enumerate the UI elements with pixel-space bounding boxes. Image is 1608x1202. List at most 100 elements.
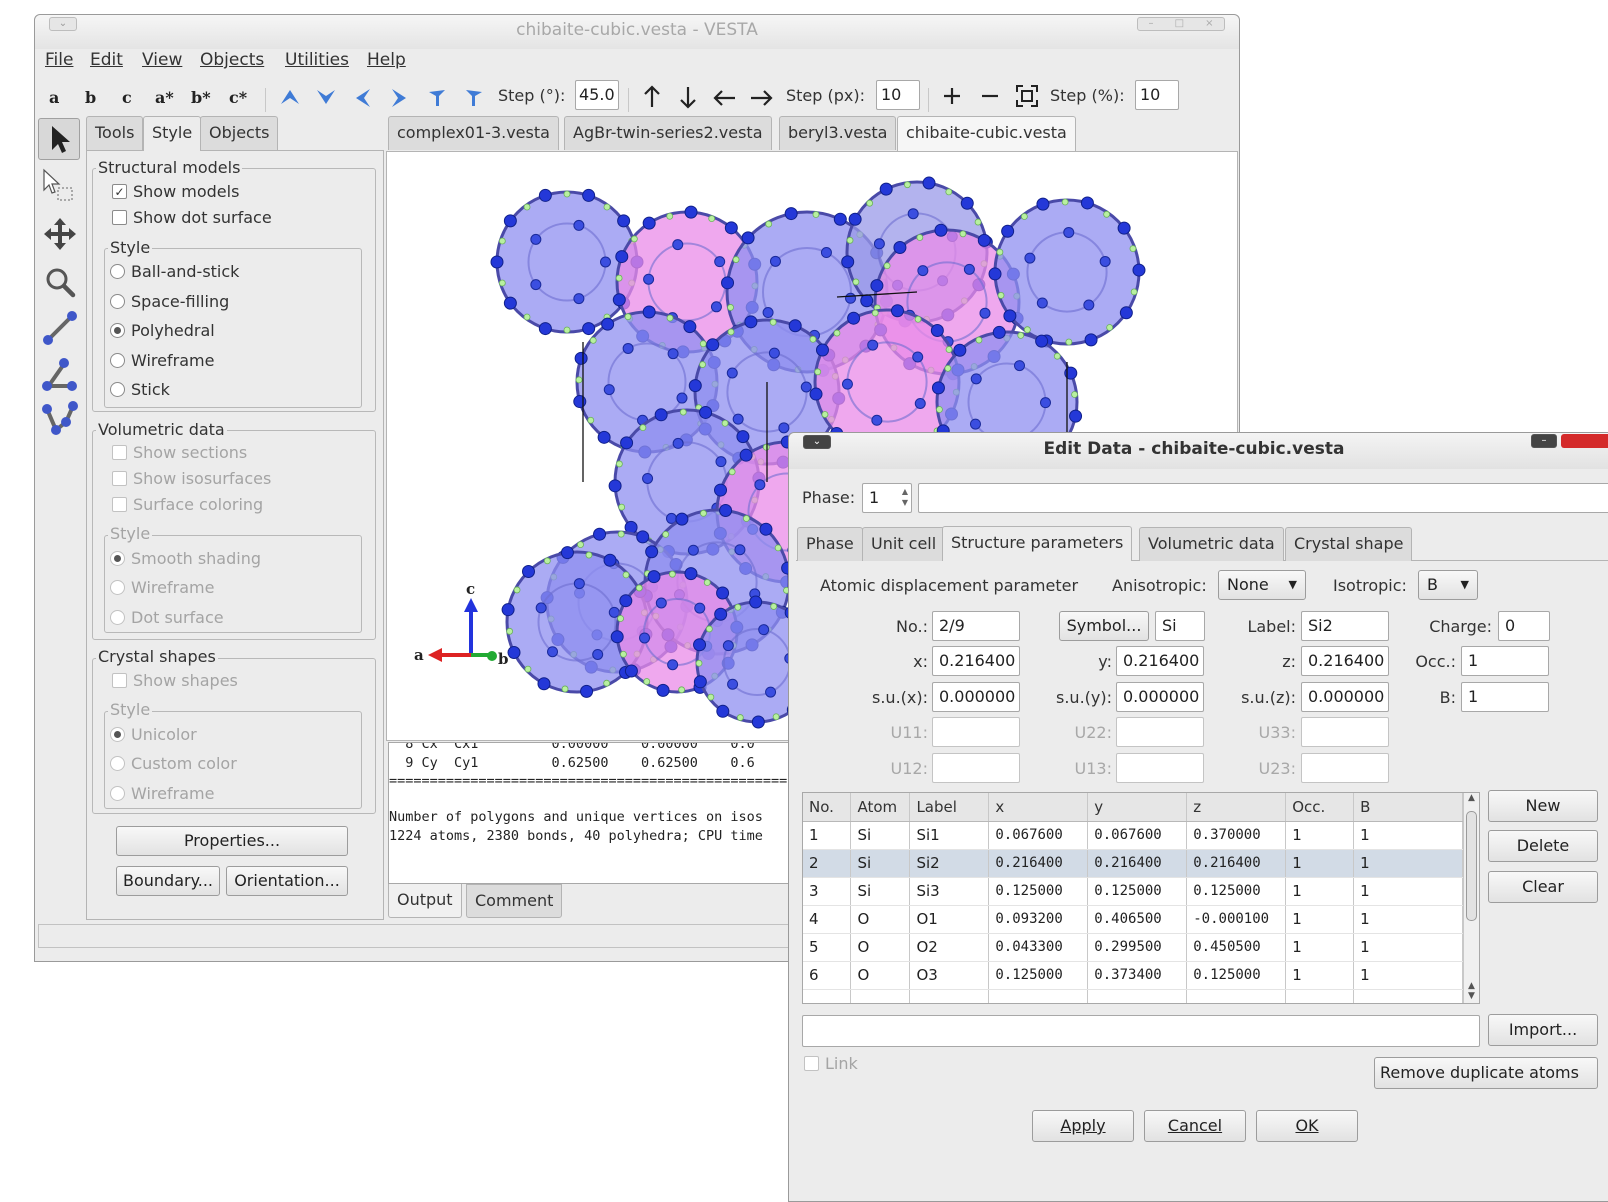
style-polyhedral-radio[interactable]: Polyhedral [110,321,215,340]
surface-coloring-checkbox[interactable]: Surface coloring [112,495,263,514]
table-cell[interactable]: 0.125000 [1186,961,1287,990]
tab-objects[interactable]: Objects [200,116,279,150]
table-cell[interactable]: 1 [1285,877,1355,906]
u33-input[interactable] [1301,717,1389,747]
symbol-input[interactable]: Si [1155,611,1205,641]
scroll-up-icon[interactable]: ▲ [1464,793,1479,803]
table-cell[interactable]: 0.125000 [988,961,1089,990]
table-cell[interactable]: 4 [803,905,852,934]
u11-input[interactable] [932,717,1020,747]
table-cell[interactable]: 0.125000 [1186,877,1287,906]
table-cell[interactable]: 1 [1353,821,1463,850]
orientation-button[interactable]: Orientation... [226,866,348,896]
table-cell[interactable]: 1 [1353,961,1463,990]
show-isosurfaces-checkbox[interactable]: Show isosurfaces [112,469,271,488]
show-models-checkbox[interactable]: ✓ Show models [112,182,239,201]
table-cell[interactable]: O1 [909,905,990,934]
close-icon[interactable]: × [1205,18,1213,30]
anisotropic-select[interactable]: None ▼ [1218,570,1306,600]
u13-input[interactable] [1116,753,1204,783]
table-cell[interactable]: 0.450500 [1186,933,1287,962]
dialog-tab-unit-cell[interactable]: Unit cell [862,527,946,561]
cancel-button[interactable]: Cancel [1144,1110,1246,1142]
table-cell[interactable]: 0.125000 [1087,877,1188,906]
col-header-z[interactable]: z [1186,793,1287,822]
table-cell[interactable]: Si [850,821,911,850]
table-cell[interactable]: 0.373400 [1087,961,1188,990]
table-cell[interactable]: 0.067600 [988,821,1089,850]
table-cell[interactable] [803,989,852,1003]
menu-utilities[interactable]: Utilities [285,50,349,70]
rotate-left-icon[interactable] [352,86,374,110]
table-cell[interactable]: Si1 [909,821,990,850]
charge-input[interactable]: 0 [1498,611,1550,641]
remove-duplicate-atoms-button[interactable]: Remove duplicate atoms [1374,1057,1598,1089]
fit-to-screen-icon[interactable] [1015,84,1039,108]
su-y-input[interactable]: 0.000000 [1116,682,1204,712]
dot-surface-radio[interactable]: Dot surface [110,608,224,627]
dialog-close-icon[interactable] [1561,434,1608,448]
occ-input[interactable]: 1 [1461,646,1549,676]
table-cell[interactable]: 5 [803,933,852,962]
isotropic-select[interactable]: B ▼ [1418,570,1478,600]
table-row[interactable]: 5 O O2 0.043300 0.299500 0.450500 1 1 [803,933,1463,962]
step-px-input[interactable]: 10 [876,80,920,110]
table-cell[interactable] [1186,989,1287,1003]
unicolor-radio[interactable]: Unicolor [110,725,197,744]
properties-button[interactable]: Properties... [116,826,348,856]
show-shapes-checkbox[interactable]: Show shapes [112,671,238,690]
zoom-in-icon[interactable] [940,84,964,108]
table-row[interactable]: 6 O O3 0.125000 0.373400 0.125000 1 1 [803,961,1463,990]
file-tab-beryl3[interactable]: beryl3.vesta [779,116,897,150]
table-cell[interactable]: 6 [803,961,852,990]
shape-wireframe-radio[interactable]: Wireframe [110,784,214,803]
style-stick-radio[interactable]: Stick [110,380,170,399]
distance-tool-icon[interactable] [40,308,80,348]
table-cell[interactable]: 1 [1285,933,1355,962]
link-checkbox[interactable]: Link [804,1054,858,1073]
atom-number-input[interactable]: 2/9 [932,611,1020,641]
table-cell[interactable]: 1 [1285,821,1355,850]
dialog-tab-crystal-shape[interactable]: Crystal shape [1285,527,1413,561]
table-cell[interactable]: 0.370000 [1186,821,1287,850]
style-ball-and-stick-radio[interactable]: Ball-and-stick [110,262,239,281]
table-cell[interactable]: 0.067600 [1087,821,1188,850]
scroll-down-icon[interactable]: ▲ ▼ [1464,981,1479,1001]
table-cell[interactable]: O [850,961,911,990]
zoom-out-icon[interactable] [978,84,1002,108]
atom-table[interactable]: No. Atom Label x y z Occ. B 1 Si Si1 0.0676… [802,792,1480,1004]
label-input[interactable]: Si2 [1301,611,1389,641]
menu-help[interactable]: Help [367,50,406,70]
table-cell[interactable]: O3 [909,961,990,990]
phase-spinner[interactable]: 1 ▲ ▼ [862,483,912,513]
u12-input[interactable] [932,753,1020,783]
view-axis-cstar-button[interactable]: c* [229,88,247,107]
scrollbar-thumb[interactable] [1466,811,1477,921]
custom-color-radio[interactable]: Custom color [110,754,237,773]
b-input[interactable]: 1 [1461,682,1549,712]
table-cell[interactable]: Si2 [909,849,990,878]
table-cell[interactable] [909,989,990,1003]
col-header-b[interactable]: B [1353,793,1463,822]
su-x-input[interactable]: 0.000000 [932,682,1020,712]
phase-title-input[interactable] [918,483,1608,513]
style-wireframe-radio[interactable]: Wireframe [110,351,214,370]
delete-atom-button[interactable]: Delete [1488,830,1598,862]
menu-view[interactable]: View [142,50,182,70]
table-cell[interactable]: 1 [1353,849,1463,878]
smooth-shading-radio[interactable]: Smooth shading [110,549,261,568]
file-tab-agbr-twin[interactable]: AgBr-twin-series2.vesta [564,116,772,150]
table-cell[interactable]: Si [850,877,911,906]
table-cell[interactable]: Si3 [909,877,990,906]
view-axis-c-button[interactable]: c [122,88,132,107]
ok-button[interactable]: OK [1256,1110,1358,1142]
magnify-tool-icon[interactable] [40,262,80,302]
rotate-ccw-icon[interactable] [425,86,449,110]
table-row[interactable]: 2 Si Si2 0.216400 0.216400 0.216400 1 1 [803,849,1463,878]
view-axis-a-button[interactable]: a [49,88,59,107]
import-path-input[interactable] [802,1015,1480,1047]
table-cell[interactable] [850,989,911,1003]
tab-tools[interactable]: Tools [86,116,144,150]
move-up-icon[interactable] [640,84,664,110]
col-header-occ[interactable]: Occ. [1285,793,1355,822]
